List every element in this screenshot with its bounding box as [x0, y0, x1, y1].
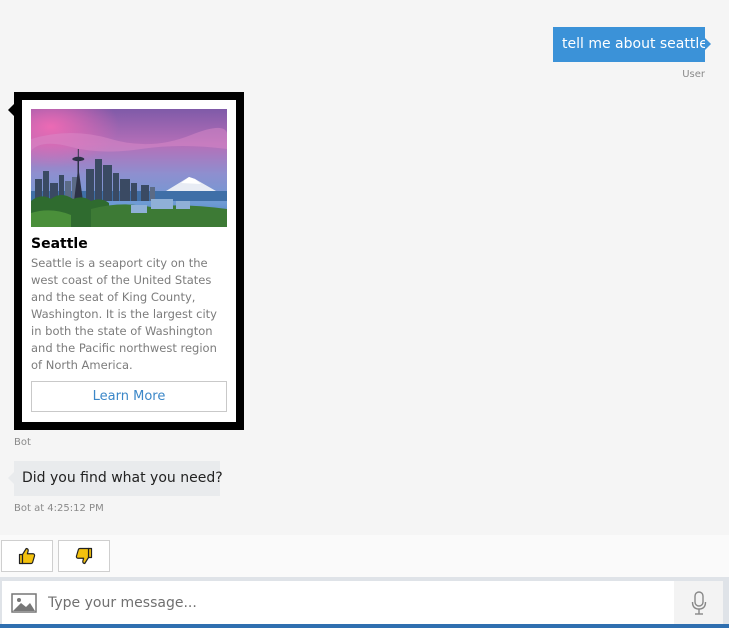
- input-container: [2, 581, 723, 624]
- card-description: Seattle is a seaport city on the west co…: [31, 256, 217, 372]
- hero-card: Seattle Seattle is a seaport city on the…: [22, 100, 236, 422]
- user-message-text: tell me about seattle: [562, 36, 708, 52]
- user-sender-label: User: [682, 69, 705, 80]
- hero-image: [31, 109, 227, 227]
- message-input[interactable]: [48, 587, 668, 618]
- image-upload-button[interactable]: [10, 591, 40, 615]
- feedback-area: [0, 535, 729, 577]
- bot-sender-label: Bot: [14, 437, 31, 448]
- thumbs-up-icon: [18, 547, 36, 565]
- bot-message-text: Did you find what you need?: [22, 470, 223, 486]
- bot-timestamp: Bot at 4:25:12 PM: [14, 503, 104, 514]
- microphone-button[interactable]: [674, 581, 723, 624]
- bottom-accent-strip: [0, 624, 729, 628]
- message-input-bar: [0, 577, 729, 628]
- hero-card-frame: Seattle Seattle is a seaport city on the…: [8, 92, 244, 430]
- card-title: Seattle: [31, 236, 88, 252]
- microphone-icon: [691, 590, 706, 615]
- image-upload-icon: [11, 593, 37, 613]
- thumbs-down-button[interactable]: [58, 540, 110, 572]
- learn-more-button[interactable]: Learn More: [31, 381, 227, 412]
- thumbs-up-button[interactable]: [1, 540, 53, 572]
- user-message-bubble: tell me about seattle: [553, 27, 711, 62]
- bot-message-bubble: Did you find what you need?: [8, 461, 223, 496]
- thumbs-down-icon: [75, 547, 93, 565]
